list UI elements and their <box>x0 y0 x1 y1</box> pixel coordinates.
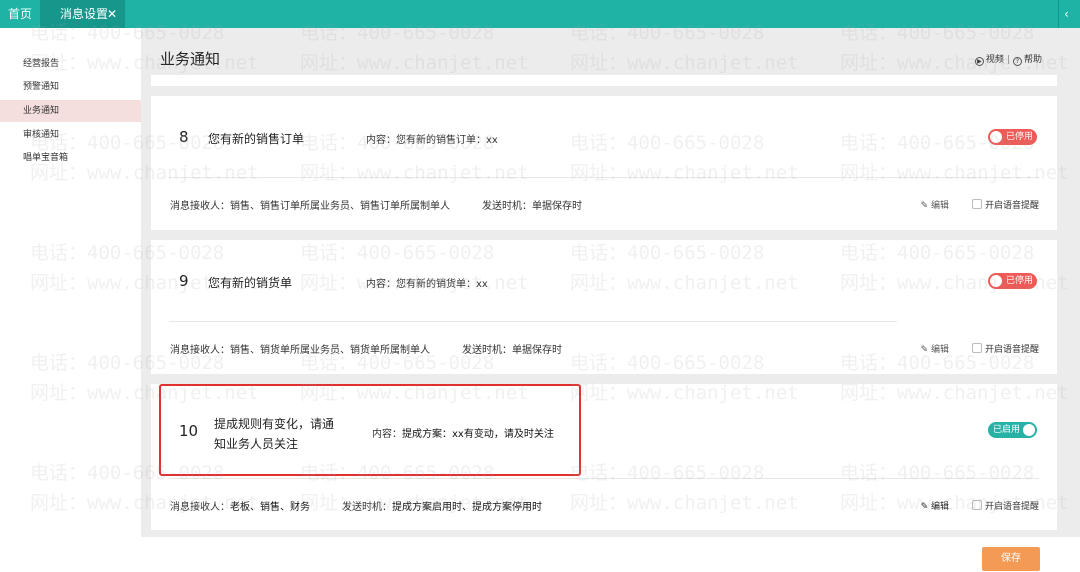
sidebar-item-alert-notice[interactable]: 预警通知 <box>0 76 141 98</box>
voice-label: 开启语音提醒 <box>984 345 1039 355</box>
toggle-knob <box>990 131 1002 143</box>
card-number: 8 <box>179 128 189 146</box>
video-link[interactable]: ▶ 视频 <box>974 55 1004 66</box>
top-tab-bar: 首页 消息设置 ✕ ‹ <box>0 0 1080 28</box>
receivers: 消息接收人：销售、销售订单所属业务员、销售订单所属制单人 <box>170 201 450 212</box>
card-number: 9 <box>179 272 189 290</box>
sidebar-item-audit-notice[interactable]: 审核通知 <box>0 124 141 146</box>
edit-button[interactable]: ✎ 编辑 <box>921 198 949 211</box>
main-panel: 业务通知 ▶ 视频 |? 帮助 8 您有新的销售订单 内容：您有新的销售订单：xx 已… <box>141 28 1080 572</box>
receivers-label: 消息接收人： <box>170 502 230 513</box>
send-time: 发送时机：单据保存时 <box>462 345 562 356</box>
tab-label: 消息设置 <box>60 7 109 21</box>
tab-message-settings[interactable]: 消息设置 ✕ <box>40 0 125 28</box>
sidebar-item-speaker-box[interactable]: 唱单宝音箱 <box>0 147 141 169</box>
tab-menu-button[interactable]: ‹ <box>1058 0 1080 28</box>
bottom-action-bar: 保存 <box>141 537 1080 572</box>
voice-checkbox[interactable] <box>971 343 982 353</box>
divider <box>169 478 1039 479</box>
card-title: 您有新的销售订单 <box>208 132 305 146</box>
voice-label: 开启语音提醒 <box>984 201 1039 211</box>
edit-button[interactable]: ✎ 编辑 <box>921 499 949 512</box>
menu-icon: ‹ <box>1064 7 1069 21</box>
voice-checkbox[interactable] <box>971 500 982 510</box>
card-meta: 消息接收人：销售、销货单所属业务员、销货单所属制单人 发送时机：单据保存时 <box>170 341 562 356</box>
tab-home[interactable]: 首页 <box>0 0 40 28</box>
notice-card: 9 您有新的销货单 内容：您有新的销货单：xx 已停用 消息接收人：销售、销货单… <box>151 240 1057 374</box>
sidebar-item-business-notice[interactable]: 业务通知 <box>0 100 141 122</box>
highlight-box <box>159 384 581 476</box>
help-label: 帮助 <box>1023 55 1042 65</box>
question-icon: ? <box>1012 57 1022 66</box>
card-title: 您有新的销货单 <box>208 276 293 290</box>
edit-icon: ✎ <box>920 201 929 211</box>
video-label: 视频 <box>985 55 1004 65</box>
send-time-value: 提成方案启用时、提成方案停用时 <box>392 502 542 513</box>
voice-label: 开启语音提醒 <box>984 502 1039 512</box>
close-icon[interactable]: ✕ <box>107 0 117 28</box>
notice-card: 8 您有新的销售订单 内容：您有新的销售订单：xx 已停用 消息接收人：销售、销… <box>151 96 1057 230</box>
edit-icon: ✎ <box>920 345 929 355</box>
status-toggle[interactable]: 已停用 <box>988 273 1037 289</box>
receivers-value: 老板、销售、财务 <box>230 502 310 513</box>
voice-reminder[interactable]: 开启语音提醒 <box>971 198 1039 211</box>
page-title: 业务通知 <box>160 50 221 68</box>
voice-checkbox[interactable] <box>971 199 982 209</box>
voice-reminder[interactable]: 开启语音提醒 <box>971 499 1039 512</box>
play-icon: ▶ <box>974 57 984 66</box>
toggle-label: 已停用 <box>1006 132 1034 142</box>
divider <box>169 177 1039 178</box>
divider <box>169 321 897 322</box>
edit-label: 编辑 <box>930 345 949 355</box>
voice-reminder[interactable]: 开启语音提醒 <box>971 342 1039 355</box>
edit-label: 编辑 <box>930 201 949 211</box>
toggle-knob <box>1023 424 1035 436</box>
toggle-knob <box>990 275 1002 287</box>
card-content: 内容：您有新的销售订单：xx <box>366 135 498 146</box>
send-time-label: 发送时机： <box>342 502 392 513</box>
edit-button[interactable]: ✎ 编辑 <box>921 342 949 355</box>
help-links: ▶ 视频 |? 帮助 <box>974 52 1042 66</box>
receivers: 消息接收人：销售、销货单所属业务员、销货单所属制单人 <box>170 345 430 356</box>
card-partial-top <box>151 75 1057 86</box>
sidebar-item-business-report[interactable]: 经营报告 <box>0 53 141 75</box>
edit-icon: ✎ <box>920 502 929 512</box>
status-toggle[interactable]: 已停用 <box>988 129 1037 145</box>
help-link[interactable]: ? 帮助 <box>1012 55 1042 66</box>
send-time: 发送时机：单据保存时 <box>482 201 582 212</box>
sidebar: 经营报告 预警通知 业务通知 审核通知 唱单宝音箱 <box>0 28 141 572</box>
edit-label: 编辑 <box>930 502 949 512</box>
card-meta: 消息接收人：销售、销售订单所属业务员、销售订单所属制单人 发送时机：单据保存时 <box>170 197 582 212</box>
card-content: 内容：您有新的销货单：xx <box>366 279 488 290</box>
toggle-label: 已启用 <box>993 425 1021 435</box>
toggle-label: 已停用 <box>1006 276 1034 286</box>
save-button[interactable]: 保存 <box>982 547 1040 571</box>
status-toggle[interactable]: 已启用 <box>988 422 1037 438</box>
card-meta: 消息接收人：老板、销售、财务 发送时机：提成方案启用时、提成方案停用时 <box>170 498 542 513</box>
